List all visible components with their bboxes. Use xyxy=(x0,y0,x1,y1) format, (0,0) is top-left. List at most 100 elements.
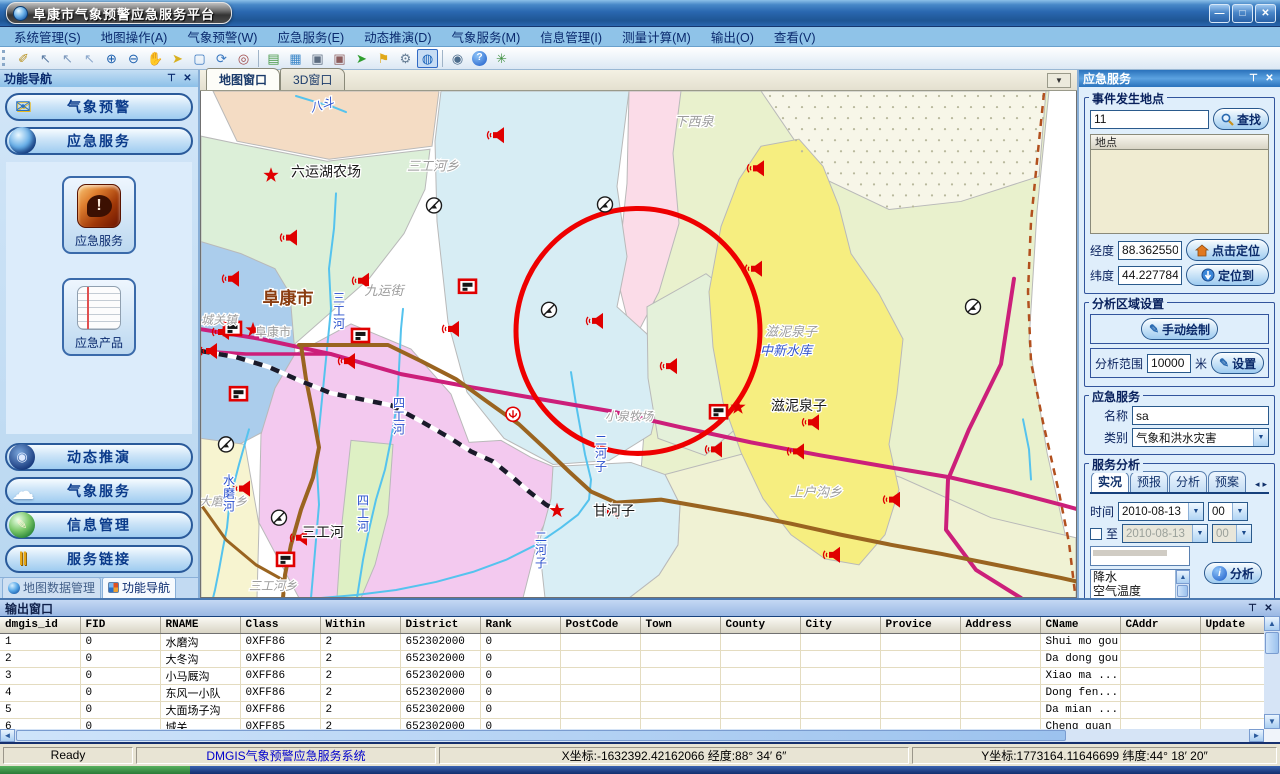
tabs-scroll-right-icon[interactable]: ▸ xyxy=(1261,479,1268,490)
emergency-close-icon[interactable]: ✕ xyxy=(1263,73,1276,84)
menu-weather-service[interactable]: 气象服务(M) xyxy=(442,27,531,46)
sign-marker-icon[interactable] xyxy=(966,299,981,314)
full-extent-icon[interactable]: ▢ xyxy=(189,49,210,68)
select-rect-icon[interactable]: ↖ xyxy=(57,49,78,68)
place-list-header[interactable]: 地点 xyxy=(1090,134,1269,150)
column-Town[interactable]: Town xyxy=(640,617,720,633)
dropdown-arrow-icon[interactable]: ▼ xyxy=(1188,503,1203,520)
measure-icon[interactable]: ✐ xyxy=(13,49,34,68)
output-row[interactable]: 30小马厩沟0XFF8626523020000Xiao ma ... xyxy=(0,667,1264,684)
emergency-pin-icon[interactable]: ⊤ xyxy=(1247,73,1260,84)
nav-big-emergency-product[interactable]: 应急产品 xyxy=(62,278,136,356)
scroll-right-icon[interactable]: ► xyxy=(1249,729,1264,742)
analysis-range-input[interactable] xyxy=(1147,354,1191,373)
column-Class[interactable]: Class xyxy=(240,617,320,633)
toolbar-grip[interactable] xyxy=(2,50,8,66)
output-row[interactable]: 50大面场子沟0XFF8626523020000Da mian ... xyxy=(0,701,1264,718)
menu-output[interactable]: 输出(O) xyxy=(701,27,764,46)
flag-marker-icon[interactable] xyxy=(710,405,727,418)
minimize-button[interactable]: — xyxy=(1209,4,1230,23)
output-pin-icon[interactable]: ⊤ xyxy=(1246,603,1259,614)
date-select[interactable]: 2010-08-13 ▼ xyxy=(1118,502,1204,521)
nav-item-service-links[interactable]: ‖服务链接 xyxy=(5,545,193,573)
analyze-button[interactable]: i 分析 xyxy=(1204,562,1262,584)
tabs-scroll-left-icon[interactable]: ◂ xyxy=(1254,479,1261,490)
menu-measure-calculation[interactable]: 测量计算(M) xyxy=(612,27,701,46)
sign-marker-icon[interactable] xyxy=(272,510,287,525)
pointer-icon[interactable]: ➤ xyxy=(167,49,188,68)
column-District[interactable]: District xyxy=(400,617,480,633)
element-item[interactable]: 空气温度 xyxy=(1091,584,1175,598)
map-canvas[interactable]: 六运湖农场三工河乡下西泉九运街阜康市城关镇阜康市滋泥泉子中新水库滋泥泉子小泉牧场… xyxy=(200,91,1077,598)
nav-pin-icon[interactable]: ⊤ xyxy=(165,73,178,84)
help-icon[interactable]: ? xyxy=(469,49,490,68)
nav-item-emergency-service[interactable]: 应急服务 xyxy=(5,127,193,155)
dropdown-arrow-icon[interactable]: ▼ xyxy=(1236,525,1251,542)
hour-to-select[interactable]: 00 ▼ xyxy=(1212,524,1252,543)
zoom-out-icon[interactable]: ⊖ xyxy=(123,49,144,68)
flag-marker-icon[interactable] xyxy=(230,387,247,400)
locate-to-button[interactable]: 定位到 xyxy=(1186,264,1269,286)
identify-icon[interactable]: ◎ xyxy=(233,49,254,68)
dropdown-arrow-icon[interactable]: ▼ xyxy=(1192,525,1207,542)
nav-tab-function-navigation[interactable]: 功能导航 xyxy=(102,577,176,598)
output-close-icon[interactable]: ✕ xyxy=(1262,603,1275,614)
list-scroll-up-icon[interactable]: ▲ xyxy=(1176,570,1190,584)
nav-item-weather-service[interactable]: ☁气象服务 xyxy=(5,477,193,505)
column-PostCode[interactable]: PostCode xyxy=(560,617,640,633)
place-list[interactable] xyxy=(1090,150,1269,234)
tab-3d-window[interactable]: 3D窗口 xyxy=(280,68,345,90)
manual-draw-button[interactable]: ✎ 手动绘制 xyxy=(1141,318,1218,340)
find-button[interactable]: 查找 xyxy=(1213,108,1269,130)
select-polygon-icon[interactable]: ↖ xyxy=(79,49,100,68)
vscroll-thumb[interactable] xyxy=(1265,632,1279,654)
pushpin-icon[interactable]: ⚑ xyxy=(373,49,394,68)
export-tree-icon[interactable]: ✳ xyxy=(491,49,512,68)
refresh-icon[interactable]: ⟳ xyxy=(211,49,232,68)
nav-big-emergency-service[interactable]: !应急服务 xyxy=(62,176,136,254)
eye-icon[interactable]: ◉ xyxy=(447,49,468,68)
menu-emergency-service[interactable]: 应急服务(E) xyxy=(267,27,354,46)
select-arrow-icon[interactable]: ↖ xyxy=(35,49,56,68)
sign-marker-icon[interactable] xyxy=(219,437,234,452)
analysis-tab-analysis[interactable]: 分析 xyxy=(1169,471,1207,492)
globe-icon[interactable]: ◍ xyxy=(417,49,438,68)
green-pointer-icon[interactable]: ➤ xyxy=(351,49,372,68)
hscroll-thumb[interactable] xyxy=(16,730,1066,741)
column-Address[interactable]: Address xyxy=(960,617,1040,633)
output-row[interactable]: 60城关0XFF8526523020000Cheng guan xyxy=(0,718,1264,729)
hour-select[interactable]: 00 ▼ xyxy=(1208,502,1248,521)
scroll-down-icon[interactable]: ▼ xyxy=(1264,714,1280,729)
restore-button[interactable]: □ xyxy=(1232,4,1253,23)
column-CAddr[interactable]: CAddr xyxy=(1120,617,1200,633)
menu-weather-warning[interactable]: 气象预警(W) xyxy=(177,27,267,46)
output-horizontal-scrollbar[interactable]: ◄ ► xyxy=(0,729,1264,742)
nav-item-dynamic-deduction[interactable]: ◉动态推演 xyxy=(5,443,193,471)
date-to-select[interactable]: 2010-08-13 ▼ xyxy=(1122,524,1208,543)
column-Within[interactable]: Within xyxy=(320,617,400,633)
output-row[interactable]: 10水磨沟0XFF8626523020000Shui mo gou xyxy=(0,633,1264,650)
element-list-scrollbar[interactable]: ▲ xyxy=(1175,570,1189,598)
click-locate-button[interactable]: 点击定位 xyxy=(1186,239,1269,261)
nav-item-info-management[interactable]: ✎信息管理 xyxy=(5,511,193,539)
nav-tab-map-data-management[interactable]: 地图数据管理 xyxy=(2,577,101,598)
list-scroll-thumb[interactable] xyxy=(1177,585,1188,597)
nav-close-icon[interactable]: ✕ xyxy=(181,73,194,84)
column-City[interactable]: City xyxy=(800,617,880,633)
analysis-tab-forecast[interactable]: 预报 xyxy=(1130,471,1168,492)
menu-view[interactable]: 查看(V) xyxy=(764,27,826,46)
column-FID[interactable]: FID xyxy=(80,617,160,633)
print-preview-icon[interactable]: ▣ xyxy=(329,49,350,68)
column-CName[interactable]: CName xyxy=(1040,617,1120,633)
element-list[interactable]: 降水空气温度 ▲ xyxy=(1090,569,1190,598)
scroll-up-icon[interactable]: ▲ xyxy=(1264,616,1280,631)
print-icon[interactable]: ▣ xyxy=(307,49,328,68)
dropdown-arrow-icon[interactable]: ▼ xyxy=(1253,429,1268,446)
nav-item-weather-warning[interactable]: ✉气象预警 xyxy=(5,93,193,121)
flag-marker-icon[interactable] xyxy=(352,329,369,342)
output-vertical-scrollbar[interactable]: ▲ ▼ xyxy=(1264,616,1280,729)
dropdown-arrow-icon[interactable]: ▼ xyxy=(1232,503,1247,520)
menu-dynamic-deduction[interactable]: 动态推演(D) xyxy=(354,27,441,46)
zoom-in-icon[interactable]: ⊕ xyxy=(101,49,122,68)
sign-marker-icon[interactable] xyxy=(542,302,557,317)
